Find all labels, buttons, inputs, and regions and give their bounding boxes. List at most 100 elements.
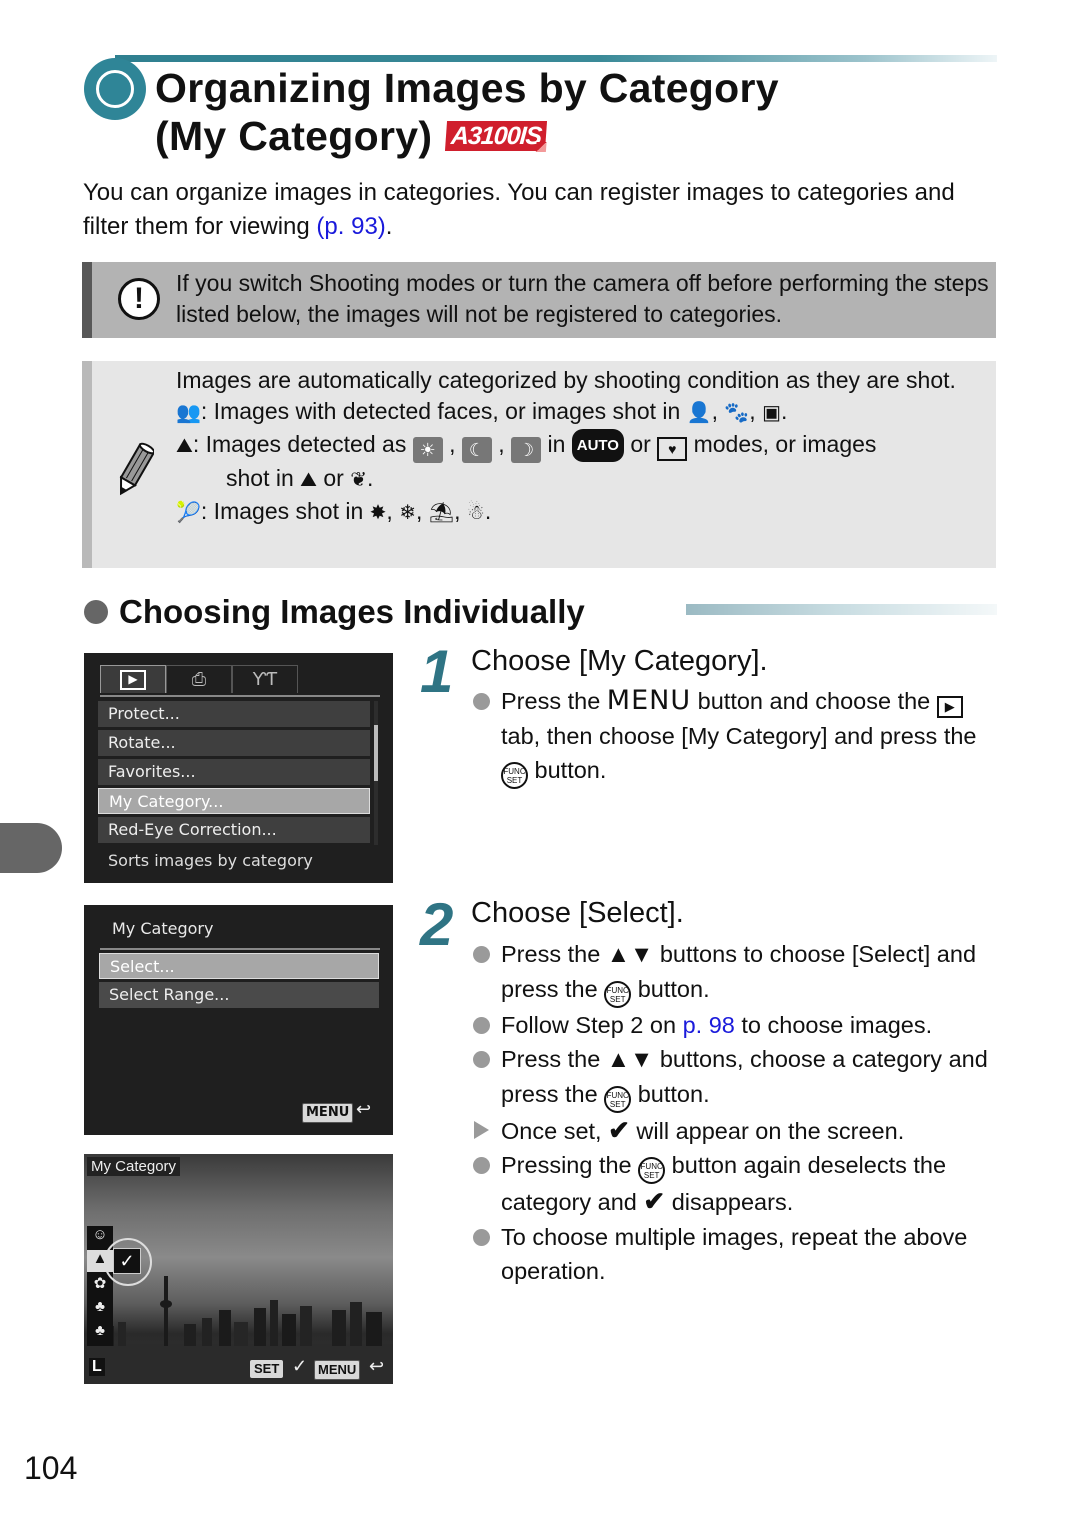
bullet-text: button. (631, 975, 710, 1002)
menu-scrollbar[interactable] (374, 701, 378, 845)
play-icon: ▶ (120, 670, 146, 690)
bullet-text: to choose images. (734, 1011, 933, 1038)
func-set-button-icon: FUNC SET (501, 762, 528, 789)
settings-icon: ƳƬ (252, 669, 278, 690)
step-2-bullet-6: To choose multiple images, repeat the ab… (471, 1220, 991, 1289)
step-2-result: Once set, ✔ will appear on the screen. (471, 1113, 991, 1149)
pencil-icon (119, 442, 154, 496)
menu-button-glyph: MENU (302, 1103, 354, 1123)
menu-button-glyph: MENU (314, 1360, 361, 1380)
bullet-text: disappears. (665, 1189, 794, 1215)
step-2-bullet-3: Press the ▲▼ buttons, choose a category … (471, 1042, 991, 1113)
scenery-category-icon: ⛰ (176, 435, 193, 457)
bullet-text: Press the (501, 688, 607, 714)
intro-end: . (385, 213, 393, 240)
category-list: ☺ ▲ ✿ ♣ ♣ (87, 1226, 113, 1346)
camera-screen-menu: ▶ ⎙ ƳƬ Protect... Rotate... Favorites...… (84, 653, 393, 883)
note-scenery-text4: modes, or images (687, 431, 877, 457)
page-title: Organizing Images by Category (My Catego… (155, 64, 779, 160)
events-category-icon: 🎾 (176, 502, 201, 524)
header-rule (115, 55, 997, 62)
step-number-2: 2 (420, 891, 454, 958)
bullet-text: tab, then choose [My Category] and press… (501, 722, 977, 749)
menu-item-red-eye[interactable]: Red-Eye Correction... (98, 817, 370, 843)
note-scenery-text1: : Images detected as (192, 431, 413, 457)
section-title: Choosing Images Individually (119, 593, 585, 630)
bullet-text: button. (631, 1080, 710, 1107)
step-title-2: Choose [Select]. (471, 897, 684, 929)
note-scenery-line: ⛰: Images detected as ☀ , ☾ , ☽ in AUTO … (176, 429, 996, 463)
bullet-text: button and choose the (691, 688, 937, 714)
settings-tab[interactable]: ƳƬ (232, 665, 298, 693)
step-2-bullet-2: Follow Step 2 on p. 98 to choose images. (471, 1008, 991, 1043)
set-button-glyph: SET (250, 1360, 284, 1378)
menu-tabs: ▶ ⎙ ƳƬ (100, 665, 380, 697)
menu-item-protect[interactable]: Protect... (98, 701, 370, 727)
people-category-icon[interactable]: ☺ (87, 1226, 113, 1248)
play-tab[interactable]: ▶ (100, 665, 166, 693)
note-scenery-line2: shot in ⛰ or ❦. (176, 463, 996, 496)
category-checkbox[interactable]: ✓ (113, 1248, 141, 1274)
back-arrow-icon: ↩ (369, 1356, 385, 1376)
page-number: 104 (24, 1450, 78, 1486)
page-title-line1: Organizing Images by Category (155, 65, 779, 111)
note-intro: Images are automatically categorized by … (176, 367, 956, 393)
section-dot-icon (84, 600, 108, 624)
note-events-line: 🎾: Images shot in ✸, ❄, ⛱, ☃. (176, 496, 996, 529)
fireworks-mode-icon: ✸ (369, 502, 387, 524)
screen-heading: My Category (112, 919, 214, 938)
menu-item-rotate[interactable]: Rotate... (98, 730, 370, 756)
page-link-93[interactable]: (p. 93) (316, 213, 385, 240)
step-2-bullet-1: Press the ▲▼ buttons to choose [Select] … (471, 937, 991, 1008)
page-link-98[interactable]: p. 98 (683, 1012, 735, 1038)
night-scene-icon: ☾ (461, 437, 492, 463)
category-1-icon[interactable]: ♣ (87, 1298, 113, 1320)
menu-item-select[interactable]: Select... (99, 953, 379, 979)
beach-mode-icon: ⛱ (428, 502, 455, 524)
step-number-1: 1 (420, 638, 454, 705)
func-set-button-icon: FUNC SET (604, 1085, 632, 1113)
up-down-arrows-icon: ▲▼ (606, 941, 654, 967)
menu-item-select-range[interactable]: Select Range... (99, 982, 379, 1008)
portrait-mode-icon: 👤 (686, 402, 712, 424)
scrollbar-thumb[interactable] (374, 725, 378, 781)
sunset-scene-icon: ☀ (412, 437, 443, 463)
foliage-mode-icon: ❦ (350, 469, 367, 491)
page-title-line2: (My Category) (155, 113, 433, 159)
note-scenery-end: . (366, 465, 374, 491)
play-tab-icon: ▶ (936, 696, 963, 718)
section-rule (686, 604, 997, 615)
auto-mode-icon: AUTO (571, 429, 624, 462)
check-icon: ✓ (292, 1356, 308, 1376)
print-tab[interactable]: ⎙ (166, 665, 232, 693)
menu-item-my-category[interactable]: My Category... (98, 788, 370, 814)
check-icon: ✔ (643, 1186, 666, 1216)
func-set-button-icon: FUNC SET (638, 1157, 666, 1184)
print-icon: ⎙ (191, 669, 207, 690)
people-category-icon: 👥 (176, 402, 201, 424)
note-scenery-text2: in (541, 431, 572, 457)
bullet-text: Pressing the (501, 1152, 639, 1178)
night-portrait-scene-icon: ☽ (511, 437, 542, 463)
note-scenery-text5: shot in (226, 465, 301, 491)
menu-item-favorites[interactable]: Favorites... (98, 759, 370, 785)
caution-box: ! If you switch Shooting modes or turn t… (82, 262, 996, 338)
landscape-mode-icon: ⛰ (300, 469, 317, 491)
bullet-text: Press the (501, 941, 607, 967)
image-size-icon: L (89, 1358, 105, 1376)
note-box: Images are automatically categorized by … (82, 361, 996, 568)
bullet-text: will appear on the screen. (629, 1117, 905, 1144)
caution-text: If you switch Shooting modes or turn the… (176, 270, 989, 327)
menu-button-label: MENU (606, 685, 692, 716)
check-icon: ✔ (608, 1114, 630, 1145)
camera-screen-category-select: My Category ☺ ▲ ✿ ♣ ♣ ✓ L SET ✓ MENU ↩ (84, 1154, 393, 1384)
category-2-icon[interactable]: ♣ (87, 1322, 113, 1344)
note-events-text: : Images shot in (200, 498, 370, 524)
chapter-tab (0, 823, 62, 873)
snowman-mode-icon: ☃ (466, 502, 485, 524)
menu-help-text: Sorts images by category (108, 851, 313, 870)
heading-rule (100, 948, 380, 950)
bullet-text: Follow Step 2 on (501, 1011, 683, 1038)
step-1-bullet: Press the MENU button and choose the ▶ t… (471, 684, 991, 789)
bullet-text: button. (528, 757, 607, 783)
